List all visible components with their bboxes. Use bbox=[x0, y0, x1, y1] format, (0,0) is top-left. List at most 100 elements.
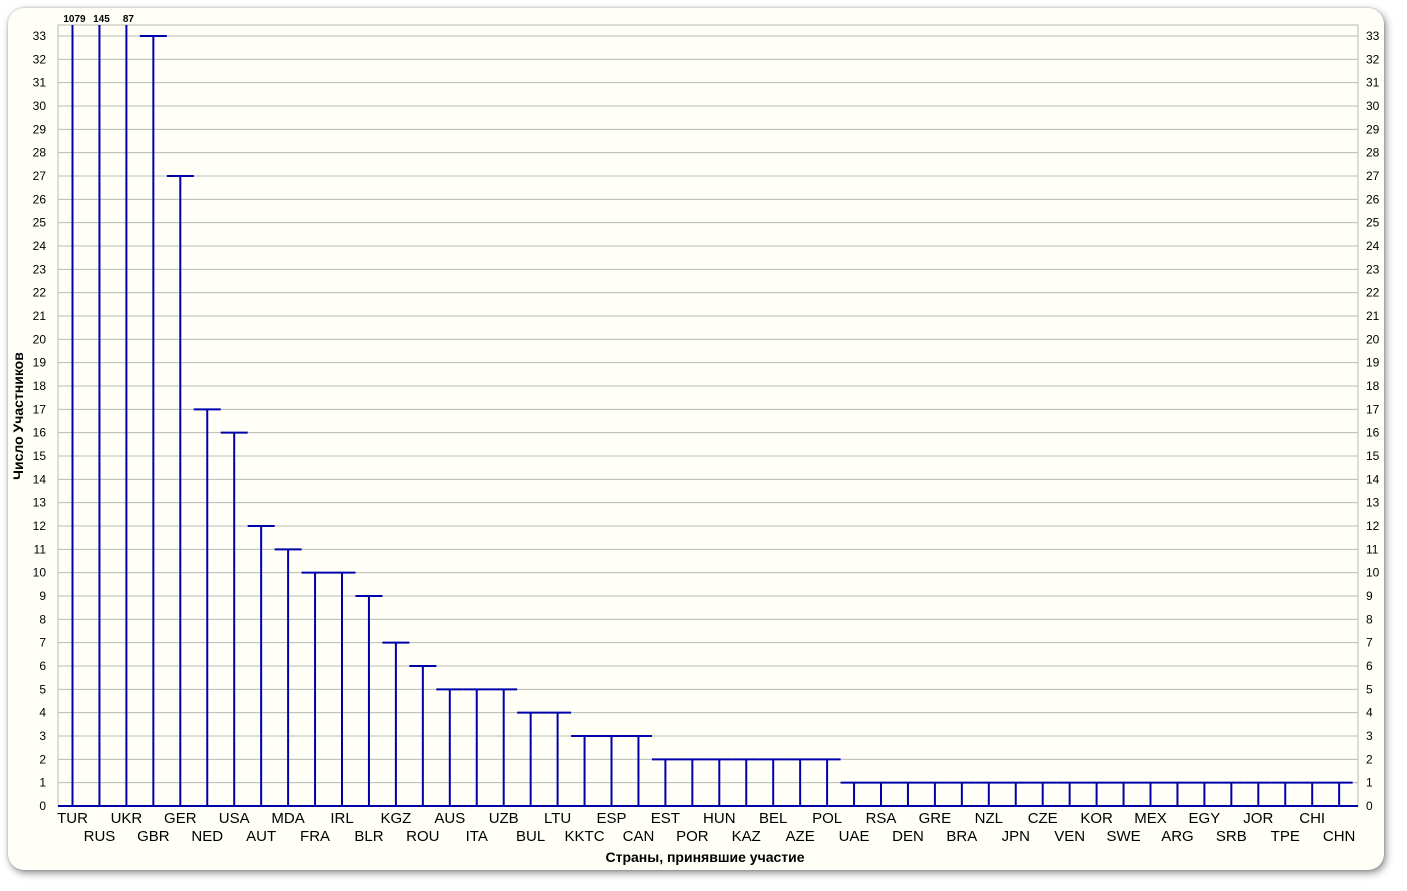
y-tick-label: 14 bbox=[33, 472, 47, 486]
x-tick-label: HUN bbox=[703, 810, 736, 827]
x-tick-label: BEL bbox=[759, 810, 787, 827]
x-tick-label: NED bbox=[191, 828, 223, 845]
x-tick-label: UKR bbox=[111, 810, 143, 827]
y-tick-label: 3 bbox=[1366, 729, 1373, 743]
x-tick-label: ITA bbox=[466, 828, 488, 845]
x-tick-label: RUS bbox=[84, 828, 116, 845]
y-axis-left-ticks: 0123456789101112131415161718192021222324… bbox=[33, 29, 47, 813]
x-tick-label: MEX bbox=[1134, 810, 1167, 827]
y-axis-title: Число Участников bbox=[10, 352, 26, 480]
x-tick-label: MDA bbox=[271, 810, 304, 827]
data-label: 87 bbox=[123, 14, 135, 25]
y-tick-label: 5 bbox=[1366, 682, 1373, 696]
y-tick-label: 15 bbox=[33, 449, 47, 463]
y-tick-label: 19 bbox=[33, 356, 47, 370]
y-tick-label: 9 bbox=[1366, 589, 1373, 603]
y-tick-label: 24 bbox=[1366, 239, 1380, 253]
x-tick-label: AUT bbox=[246, 828, 276, 845]
x-tick-label: KAZ bbox=[732, 828, 761, 845]
y-tick-label: 22 bbox=[1366, 286, 1380, 300]
x-tick-label: UAE bbox=[839, 828, 870, 845]
x-axis-category-labels: TURRUSUKRGBRGERNEDUSAAUTMDAFRAIRLBLRKGZR… bbox=[57, 810, 1355, 845]
x-tick-label: EGY bbox=[1189, 810, 1221, 827]
x-tick-label: LTU bbox=[544, 810, 571, 827]
y-axis-right-ticks: 0123456789101112131415161718192021222324… bbox=[1366, 29, 1380, 813]
y-tick-label: 2 bbox=[39, 752, 46, 766]
y-tick-label: 27 bbox=[1366, 169, 1380, 183]
y-tick-label: 16 bbox=[1366, 426, 1380, 440]
y-tick-label: 24 bbox=[33, 239, 47, 253]
x-tick-label: POR bbox=[676, 828, 709, 845]
y-tick-label: 12 bbox=[1366, 519, 1380, 533]
y-tick-label: 4 bbox=[1366, 706, 1373, 720]
y-tick-label: 30 bbox=[1366, 99, 1380, 113]
x-tick-label: IRL bbox=[330, 810, 353, 827]
x-tick-label: GRE bbox=[919, 810, 952, 827]
x-tick-label: CZE bbox=[1028, 810, 1058, 827]
overflow-value-labels: 1079 145 87 bbox=[63, 14, 134, 25]
y-tick-label: 32 bbox=[33, 52, 47, 66]
x-tick-label: USA bbox=[219, 810, 250, 827]
x-tick-label: RSA bbox=[866, 810, 897, 827]
x-tick-label: AUS bbox=[434, 810, 465, 827]
y-tick-label: 21 bbox=[33, 309, 47, 323]
y-tick-label: 25 bbox=[33, 216, 47, 230]
y-tick-label: 11 bbox=[34, 542, 47, 556]
x-tick-label: TPE bbox=[1271, 828, 1300, 845]
y-tick-label: 19 bbox=[1366, 356, 1380, 370]
x-tick-label: TUR bbox=[57, 810, 88, 827]
y-tick-label: 29 bbox=[1366, 122, 1380, 136]
x-axis-title: Страны, принявшие участие bbox=[605, 849, 804, 865]
x-tick-label: AZE bbox=[786, 828, 815, 845]
y-tick-label: 1 bbox=[39, 776, 46, 790]
y-tick-label: 11 bbox=[1366, 542, 1379, 556]
x-tick-label: POL bbox=[812, 810, 842, 827]
y-tick-label: 31 bbox=[33, 76, 47, 90]
x-tick-label: CAN bbox=[623, 828, 655, 845]
y-tick-label: 26 bbox=[33, 192, 47, 206]
y-tick-label: 12 bbox=[33, 519, 47, 533]
x-tick-label: GBR bbox=[137, 828, 170, 845]
y-tick-label: 26 bbox=[1366, 192, 1380, 206]
y-tick-label: 13 bbox=[1366, 496, 1380, 510]
y-tick-label: 33 bbox=[33, 29, 47, 43]
y-tick-label: 7 bbox=[39, 636, 46, 650]
x-tick-label: BRA bbox=[946, 828, 977, 845]
x-tick-label: CHI bbox=[1299, 810, 1325, 827]
x-tick-label: FRA bbox=[300, 828, 330, 845]
y-tick-label: 31 bbox=[1366, 76, 1380, 90]
y-tick-label: 1 bbox=[1366, 776, 1373, 790]
y-tick-label: 23 bbox=[1366, 262, 1380, 276]
bar-chart: 0123456789101112131415161718192021222324… bbox=[10, 14, 1380, 865]
x-tick-label: CHN bbox=[1323, 828, 1356, 845]
y-tick-label: 28 bbox=[33, 146, 47, 160]
y-tick-label: 28 bbox=[1366, 146, 1380, 160]
x-tick-label: ARG bbox=[1161, 828, 1194, 845]
y-tick-label: 3 bbox=[39, 729, 46, 743]
y-tick-label: 32 bbox=[1366, 52, 1380, 66]
x-tick-label: UZB bbox=[489, 810, 519, 827]
x-tick-label: SRB bbox=[1216, 828, 1247, 845]
y-tick-label: 15 bbox=[1366, 449, 1380, 463]
y-tick-label: 18 bbox=[1366, 379, 1380, 393]
y-tick-label: 21 bbox=[1366, 309, 1380, 323]
y-tick-label: 29 bbox=[33, 122, 47, 136]
y-tick-label: 20 bbox=[1366, 332, 1380, 346]
y-tick-label: 6 bbox=[1366, 659, 1373, 673]
y-tick-label: 6 bbox=[39, 659, 46, 673]
y-tick-label: 9 bbox=[39, 589, 46, 603]
y-tick-label: 16 bbox=[33, 426, 47, 440]
x-tick-label: KKTC bbox=[565, 828, 605, 845]
x-tick-label: EST bbox=[651, 810, 680, 827]
x-tick-label: ESP bbox=[596, 810, 626, 827]
x-tick-label: KOR bbox=[1080, 810, 1113, 827]
y-tick-label: 25 bbox=[1366, 216, 1380, 230]
y-tick-label: 20 bbox=[33, 332, 47, 346]
y-tick-label: 14 bbox=[1366, 472, 1380, 486]
y-tick-label: 33 bbox=[1366, 29, 1380, 43]
y-tick-label: 10 bbox=[33, 566, 47, 580]
y-tick-label: 8 bbox=[1366, 612, 1373, 626]
y-tick-label: 5 bbox=[39, 682, 46, 696]
y-tick-label: 7 bbox=[1366, 636, 1373, 650]
data-label: 145 bbox=[93, 14, 110, 25]
